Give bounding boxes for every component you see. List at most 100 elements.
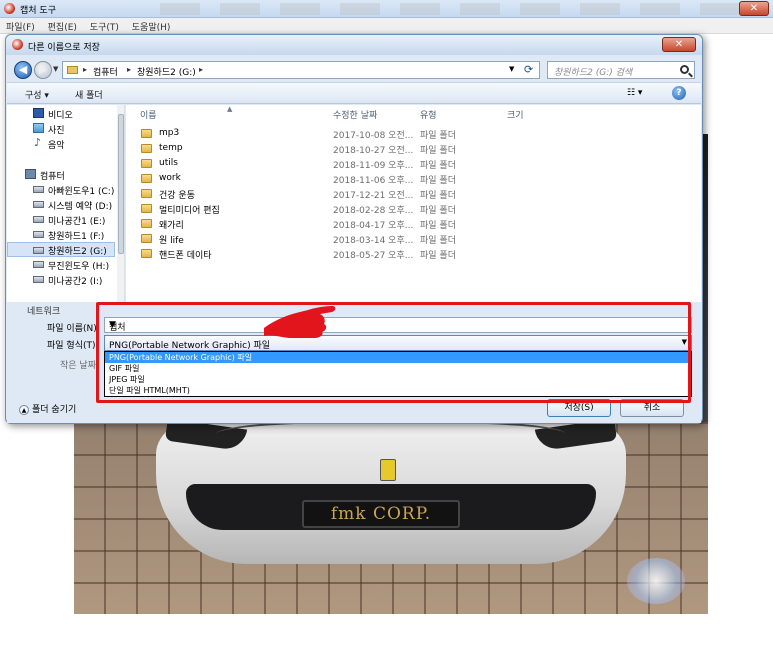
- file-row[interactable]: work 2018-11-06 오후... 파일 폴더: [126, 171, 696, 186]
- file-row[interactable]: 건강 운동 2017-12-21 오전... 파일 폴더: [126, 186, 696, 201]
- nav-item-label: 사진: [48, 126, 65, 136]
- address-segment-computer[interactable]: 컴퓨터: [93, 65, 118, 78]
- pointing-hand-icon: [264, 306, 336, 338]
- nav-item-pictures[interactable]: 사진: [7, 121, 115, 136]
- search-icon[interactable]: [680, 65, 689, 74]
- drive-icon: [33, 247, 44, 254]
- file-row[interactable]: utils 2018-11-09 오후... 파일 폴더: [126, 156, 696, 171]
- sort-ascending-icon: ▲: [227, 105, 233, 113]
- file-row[interactable]: 왜가리 2018-04-17 오후... 파일 폴더: [126, 216, 696, 231]
- file-modified: 2018-03-14 오후...: [333, 236, 414, 246]
- red-highlight-box: [96, 302, 691, 403]
- folder-icon: [141, 129, 152, 138]
- refresh-icon[interactable]: ⟳: [524, 63, 533, 76]
- nav-scrollbar-thumb[interactable]: [118, 114, 124, 254]
- column-header-name[interactable]: 이름: [140, 108, 157, 121]
- file-name: 핸드폰 데이타: [159, 251, 212, 261]
- file-type: 파일 폴더: [420, 221, 456, 231]
- menu-help[interactable]: 도움말(H): [126, 18, 175, 33]
- forward-button[interactable]: ▶: [34, 61, 52, 79]
- nav-item-drive-e[interactable]: 미나공간1 (E:): [7, 212, 115, 227]
- address-dropdown-icon[interactable]: ▼: [509, 65, 514, 73]
- file-modified: 2017-12-21 오전...: [333, 191, 414, 201]
- background-toolbar-strip: [160, 3, 740, 15]
- dialog-titlebar: 다른 이름으로 저장 ✕: [6, 35, 702, 55]
- nav-item-label: 창원하드2 (G:): [48, 247, 107, 257]
- nav-item-drive-g[interactable]: 창원하드2 (G:): [7, 242, 115, 257]
- filename-label: 파일 이름(N):: [47, 324, 100, 334]
- hide-folders-label: 폴더 숨기기: [32, 405, 77, 415]
- nav-item-network[interactable]: 네트워크: [27, 304, 60, 317]
- navigation-pane: 비디오 사진 ♪ 음악 컴퓨터 아빠윈도우1 (C:) 시스템 예약 (D:) …: [7, 105, 125, 302]
- file-name: work: [159, 173, 181, 183]
- nav-item-videos[interactable]: 비디오: [7, 106, 115, 121]
- address-separator-icon[interactable]: ▸: [199, 65, 203, 74]
- folder-icon: [141, 189, 152, 198]
- nav-item-label: 음악: [48, 141, 65, 151]
- nav-item-computer[interactable]: 컴퓨터: [7, 167, 115, 182]
- column-header-type[interactable]: 유형: [420, 108, 437, 121]
- file-row[interactable]: temp 2018-10-27 오전... 파일 폴더: [126, 141, 696, 156]
- file-type: 파일 폴더: [420, 236, 456, 246]
- address-folder-icon: [67, 66, 78, 74]
- column-header-modified[interactable]: 수정한 날짜: [333, 108, 377, 121]
- organize-button[interactable]: 구성 ▾: [25, 88, 49, 101]
- menu-file[interactable]: 파일(F): [0, 18, 39, 33]
- nav-item-label: 컴퓨터: [40, 172, 65, 182]
- address-separator-icon[interactable]: ▸: [83, 65, 87, 74]
- drive-icon: [33, 261, 44, 268]
- file-modified: 2018-11-06 오후...: [333, 176, 414, 186]
- dialog-close-button[interactable]: ✕: [662, 37, 696, 52]
- nav-item-drive-c[interactable]: 아빠윈도우1 (C:): [7, 182, 115, 197]
- file-type: 파일 폴더: [420, 131, 456, 141]
- snipping-tool-close-button[interactable]: ✕: [739, 1, 769, 16]
- file-name: 왜가리: [159, 221, 184, 231]
- search-input[interactable]: 창원하드2 (G:) 검색: [547, 61, 695, 79]
- nav-item-music[interactable]: ♪ 음악: [7, 136, 115, 151]
- chevron-up-icon: ▲: [19, 404, 29, 415]
- drive-icon: [33, 276, 44, 283]
- snipping-tool-title: 캡처 도구: [20, 6, 56, 16]
- nav-item-label: 미나공간2 (I:): [48, 277, 103, 287]
- nav-item-label: 미나공간1 (E:): [48, 217, 106, 227]
- nav-item-label: 무진윈도우 (H:): [48, 262, 110, 272]
- nav-item-drive-h[interactable]: 무진윈도우 (H:): [7, 257, 115, 272]
- help-icon[interactable]: ?: [672, 86, 686, 100]
- file-row[interactable]: 멀티미디어 편집 2018-02-28 오후... 파일 폴더: [126, 201, 696, 216]
- address-bar[interactable]: ▸ 컴퓨터 ▸ 창원하드2 (G:) ▸ ▼ ⟳: [62, 61, 540, 79]
- file-type: 파일 폴더: [420, 206, 456, 216]
- nav-item-drive-i[interactable]: 미나공간2 (I:): [7, 272, 115, 287]
- filetype-label: 파일 형식(T):: [47, 341, 99, 351]
- nav-item-drive-f[interactable]: 창원하드1 (F:): [7, 227, 115, 242]
- file-name: 건강 운동: [159, 191, 195, 201]
- file-modified: 2018-05-27 오후...: [333, 251, 414, 261]
- file-type: 파일 폴더: [420, 146, 456, 156]
- car-badge-icon: [380, 459, 396, 481]
- folder-icon: [141, 219, 152, 228]
- menu-tools[interactable]: 도구(T): [84, 18, 123, 33]
- drive-icon: [33, 216, 44, 223]
- hide-folders-button[interactable]: ▲ 폴더 숨기기: [19, 402, 76, 415]
- address-separator-icon[interactable]: ▸: [127, 65, 131, 74]
- folder-icon: [141, 249, 152, 258]
- back-button[interactable]: ◀: [14, 61, 32, 79]
- nav-item-label: 시스템 예약 (D:): [48, 202, 113, 212]
- column-header-size[interactable]: 크기: [507, 108, 524, 121]
- nav-item-label: 아빠윈도우1 (C:): [48, 187, 115, 197]
- recent-pages-dropdown-icon[interactable]: ▼: [53, 65, 58, 73]
- file-modified: 2018-02-28 오후...: [333, 206, 414, 216]
- address-segment-drive[interactable]: 창원하드2 (G:): [137, 65, 196, 78]
- file-row[interactable]: 핸드폰 데이타 2018-05-27 오후... 파일 폴더: [126, 246, 696, 261]
- new-folder-button[interactable]: 새 폴더: [75, 88, 103, 101]
- file-row[interactable]: mp3 2017-10-08 오전... 파일 폴더: [126, 126, 696, 141]
- watermark-logo: [627, 558, 685, 604]
- date-taken-label: 작은 날짜: [60, 361, 96, 371]
- dialog-title-icon: [12, 39, 23, 50]
- file-row[interactable]: 원 life 2018-03-14 오후... 파일 폴더: [126, 231, 696, 246]
- nav-item-drive-d[interactable]: 시스템 예약 (D:): [7, 197, 115, 212]
- file-modified: 2018-04-17 오후...: [333, 221, 414, 231]
- view-options-button[interactable]: ☷ ▾: [627, 88, 642, 98]
- menu-edit[interactable]: 편집(E): [42, 18, 81, 33]
- file-name: temp: [159, 143, 183, 153]
- drive-icon: [33, 186, 44, 193]
